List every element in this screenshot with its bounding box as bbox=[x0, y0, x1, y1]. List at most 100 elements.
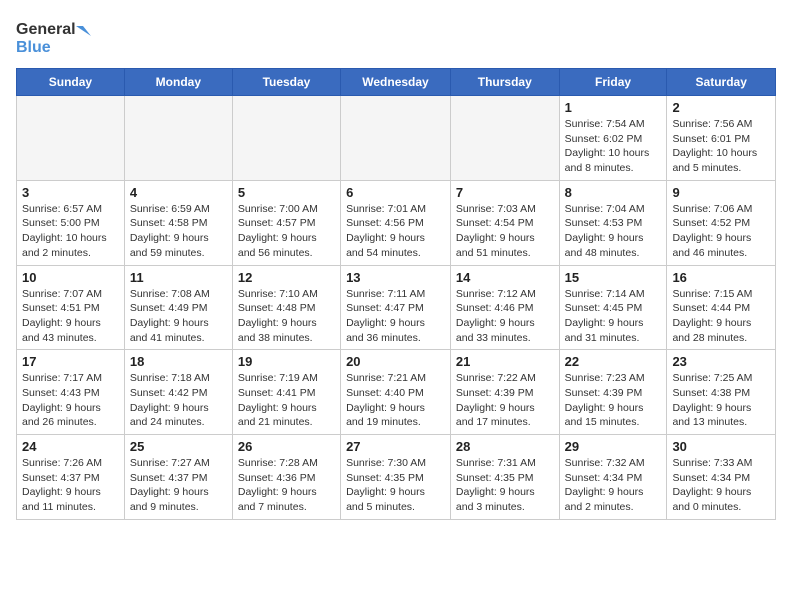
day-detail: Sunrise: 7:06 AM Sunset: 4:52 PM Dayligh… bbox=[672, 202, 770, 261]
day-number: 16 bbox=[672, 270, 770, 285]
logo-icon: GeneralBlue bbox=[16, 16, 96, 56]
calendar-cell: 30 Sunrise: 7:33 AM Sunset: 4:34 PM Dayli… bbox=[667, 435, 776, 520]
day-number: 23 bbox=[672, 354, 770, 369]
day-number: 18 bbox=[130, 354, 227, 369]
weekday-header-wednesday: Wednesday bbox=[341, 69, 451, 96]
page-header: GeneralBlue bbox=[16, 16, 776, 56]
calendar-cell: 21 Sunrise: 7:22 AM Sunset: 4:39 PM Dayli… bbox=[450, 350, 559, 435]
calendar-cell: 25Sunrise: 7:27 AM Sunset: 4:37 PM Dayli… bbox=[124, 435, 232, 520]
day-number: 7 bbox=[456, 185, 554, 200]
calendar-cell bbox=[232, 96, 340, 181]
calendar-cell: 9 Sunrise: 7:06 AM Sunset: 4:52 PM Daylig… bbox=[667, 180, 776, 265]
calendar-cell: 27 Sunrise: 7:30 AM Sunset: 4:35 PM Dayli… bbox=[341, 435, 451, 520]
calendar-cell: 6 Sunrise: 7:01 AM Sunset: 4:56 PM Daylig… bbox=[341, 180, 451, 265]
day-number: 25 bbox=[130, 439, 227, 454]
calendar-cell: 19 Sunrise: 7:19 AM Sunset: 4:41 PM Dayli… bbox=[232, 350, 340, 435]
calendar-cell: 14 Sunrise: 7:12 AM Sunset: 4:46 PM Dayli… bbox=[450, 265, 559, 350]
calendar-cell: 15 Sunrise: 7:14 AM Sunset: 4:45 PM Dayli… bbox=[559, 265, 667, 350]
day-detail: Sunrise: 7:30 AM Sunset: 4:35 PM Dayligh… bbox=[346, 456, 445, 515]
day-number: 27 bbox=[346, 439, 445, 454]
day-detail: Sunrise: 7:56 AM Sunset: 6:01 PM Dayligh… bbox=[672, 117, 770, 176]
day-number: 2 bbox=[672, 100, 770, 115]
day-detail: Sunrise: 6:57 AM Sunset: 5:00 PM Dayligh… bbox=[22, 202, 119, 261]
calendar-cell: 3 Sunrise: 6:57 AM Sunset: 5:00 PM Daylig… bbox=[17, 180, 125, 265]
day-detail: Sunrise: 7:17 AM Sunset: 4:43 PM Dayligh… bbox=[22, 371, 119, 430]
day-number: 19 bbox=[238, 354, 335, 369]
day-detail: Sunrise: 7:54 AM Sunset: 6:02 PM Dayligh… bbox=[565, 117, 662, 176]
day-detail: Sunrise: 7:31 AM Sunset: 4:35 PM Dayligh… bbox=[456, 456, 554, 515]
weekday-header-thursday: Thursday bbox=[450, 69, 559, 96]
day-number: 30 bbox=[672, 439, 770, 454]
calendar-cell: 7 Sunrise: 7:03 AM Sunset: 4:54 PM Daylig… bbox=[450, 180, 559, 265]
day-detail: Sunrise: 7:28 AM Sunset: 4:36 PM Dayligh… bbox=[238, 456, 335, 515]
day-detail: Sunrise: 7:01 AM Sunset: 4:56 PM Dayligh… bbox=[346, 202, 445, 261]
day-number: 29 bbox=[565, 439, 662, 454]
day-number: 15 bbox=[565, 270, 662, 285]
day-number: 13 bbox=[346, 270, 445, 285]
day-number: 8 bbox=[565, 185, 662, 200]
day-number: 22 bbox=[565, 354, 662, 369]
day-number: 12 bbox=[238, 270, 335, 285]
day-number: 4 bbox=[130, 185, 227, 200]
day-detail: Sunrise: 7:25 AM Sunset: 4:38 PM Dayligh… bbox=[672, 371, 770, 430]
day-detail: Sunrise: 7:33 AM Sunset: 4:34 PM Dayligh… bbox=[672, 456, 770, 515]
calendar-cell bbox=[124, 96, 232, 181]
day-detail: Sunrise: 7:14 AM Sunset: 4:45 PM Dayligh… bbox=[565, 287, 662, 346]
day-number: 6 bbox=[346, 185, 445, 200]
weekday-header-monday: Monday bbox=[124, 69, 232, 96]
day-detail: Sunrise: 7:21 AM Sunset: 4:40 PM Dayligh… bbox=[346, 371, 445, 430]
day-detail: Sunrise: 7:19 AM Sunset: 4:41 PM Dayligh… bbox=[238, 371, 335, 430]
logo: GeneralBlue bbox=[16, 16, 96, 56]
weekday-header-saturday: Saturday bbox=[667, 69, 776, 96]
calendar-cell: 28Sunrise: 7:31 AM Sunset: 4:35 PM Dayli… bbox=[450, 435, 559, 520]
day-detail: Sunrise: 7:12 AM Sunset: 4:46 PM Dayligh… bbox=[456, 287, 554, 346]
day-number: 24 bbox=[22, 439, 119, 454]
day-number: 26 bbox=[238, 439, 335, 454]
day-detail: Sunrise: 7:18 AM Sunset: 4:42 PM Dayligh… bbox=[130, 371, 227, 430]
calendar-cell: 11 Sunrise: 7:08 AM Sunset: 4:49 PM Dayli… bbox=[124, 265, 232, 350]
calendar-cell bbox=[450, 96, 559, 181]
svg-text:Blue: Blue bbox=[16, 39, 51, 56]
day-number: 9 bbox=[672, 185, 770, 200]
calendar-cell bbox=[17, 96, 125, 181]
calendar-cell: 12Sunrise: 7:10 AM Sunset: 4:48 PM Dayli… bbox=[232, 265, 340, 350]
day-detail: Sunrise: 7:00 AM Sunset: 4:57 PM Dayligh… bbox=[238, 202, 335, 261]
day-number: 14 bbox=[456, 270, 554, 285]
day-detail: Sunrise: 7:23 AM Sunset: 4:39 PM Dayligh… bbox=[565, 371, 662, 430]
calendar-cell: 26 Sunrise: 7:28 AM Sunset: 4:36 PM Dayli… bbox=[232, 435, 340, 520]
calendar-cell: 17 Sunrise: 7:17 AM Sunset: 4:43 PM Dayli… bbox=[17, 350, 125, 435]
day-detail: Sunrise: 7:22 AM Sunset: 4:39 PM Dayligh… bbox=[456, 371, 554, 430]
day-number: 20 bbox=[346, 354, 445, 369]
calendar-cell: 18 Sunrise: 7:18 AM Sunset: 4:42 PM Dayli… bbox=[124, 350, 232, 435]
calendar-table: SundayMondayTuesdayWednesdayThursdayFrid… bbox=[16, 68, 776, 520]
calendar-cell: 22 Sunrise: 7:23 AM Sunset: 4:39 PM Dayli… bbox=[559, 350, 667, 435]
day-detail: Sunrise: 7:07 AM Sunset: 4:51 PM Dayligh… bbox=[22, 287, 119, 346]
day-detail: Sunrise: 7:03 AM Sunset: 4:54 PM Dayligh… bbox=[456, 202, 554, 261]
weekday-header-sunday: Sunday bbox=[17, 69, 125, 96]
day-detail: Sunrise: 6:59 AM Sunset: 4:58 PM Dayligh… bbox=[130, 202, 227, 261]
week-row-3: 10Sunrise: 7:07 AM Sunset: 4:51 PM Dayli… bbox=[17, 265, 776, 350]
week-row-5: 24Sunrise: 7:26 AM Sunset: 4:37 PM Dayli… bbox=[17, 435, 776, 520]
day-number: 3 bbox=[22, 185, 119, 200]
day-detail: Sunrise: 7:15 AM Sunset: 4:44 PM Dayligh… bbox=[672, 287, 770, 346]
calendar-cell: 20 Sunrise: 7:21 AM Sunset: 4:40 PM Dayli… bbox=[341, 350, 451, 435]
day-detail: Sunrise: 7:08 AM Sunset: 4:49 PM Dayligh… bbox=[130, 287, 227, 346]
calendar-cell: 29 Sunrise: 7:32 AM Sunset: 4:34 PM Dayli… bbox=[559, 435, 667, 520]
day-number: 21 bbox=[456, 354, 554, 369]
weekday-header-tuesday: Tuesday bbox=[232, 69, 340, 96]
day-number: 5 bbox=[238, 185, 335, 200]
calendar-cell bbox=[341, 96, 451, 181]
week-row-2: 3 Sunrise: 6:57 AM Sunset: 5:00 PM Daylig… bbox=[17, 180, 776, 265]
day-detail: Sunrise: 7:32 AM Sunset: 4:34 PM Dayligh… bbox=[565, 456, 662, 515]
calendar-cell: 10Sunrise: 7:07 AM Sunset: 4:51 PM Dayli… bbox=[17, 265, 125, 350]
calendar-cell: 5 Sunrise: 7:00 AM Sunset: 4:57 PM Daylig… bbox=[232, 180, 340, 265]
week-row-1: 1Sunrise: 7:54 AM Sunset: 6:02 PM Daylig… bbox=[17, 96, 776, 181]
calendar-cell: 16 Sunrise: 7:15 AM Sunset: 4:44 PM Dayli… bbox=[667, 265, 776, 350]
calendar-cell: 23 Sunrise: 7:25 AM Sunset: 4:38 PM Dayli… bbox=[667, 350, 776, 435]
day-number: 17 bbox=[22, 354, 119, 369]
calendar-cell: 2 Sunrise: 7:56 AM Sunset: 6:01 PM Daylig… bbox=[667, 96, 776, 181]
calendar-cell: 24Sunrise: 7:26 AM Sunset: 4:37 PM Dayli… bbox=[17, 435, 125, 520]
calendar-cell: 1Sunrise: 7:54 AM Sunset: 6:02 PM Daylig… bbox=[559, 96, 667, 181]
calendar-cell: 8Sunrise: 7:04 AM Sunset: 4:53 PM Daylig… bbox=[559, 180, 667, 265]
day-number: 11 bbox=[130, 270, 227, 285]
